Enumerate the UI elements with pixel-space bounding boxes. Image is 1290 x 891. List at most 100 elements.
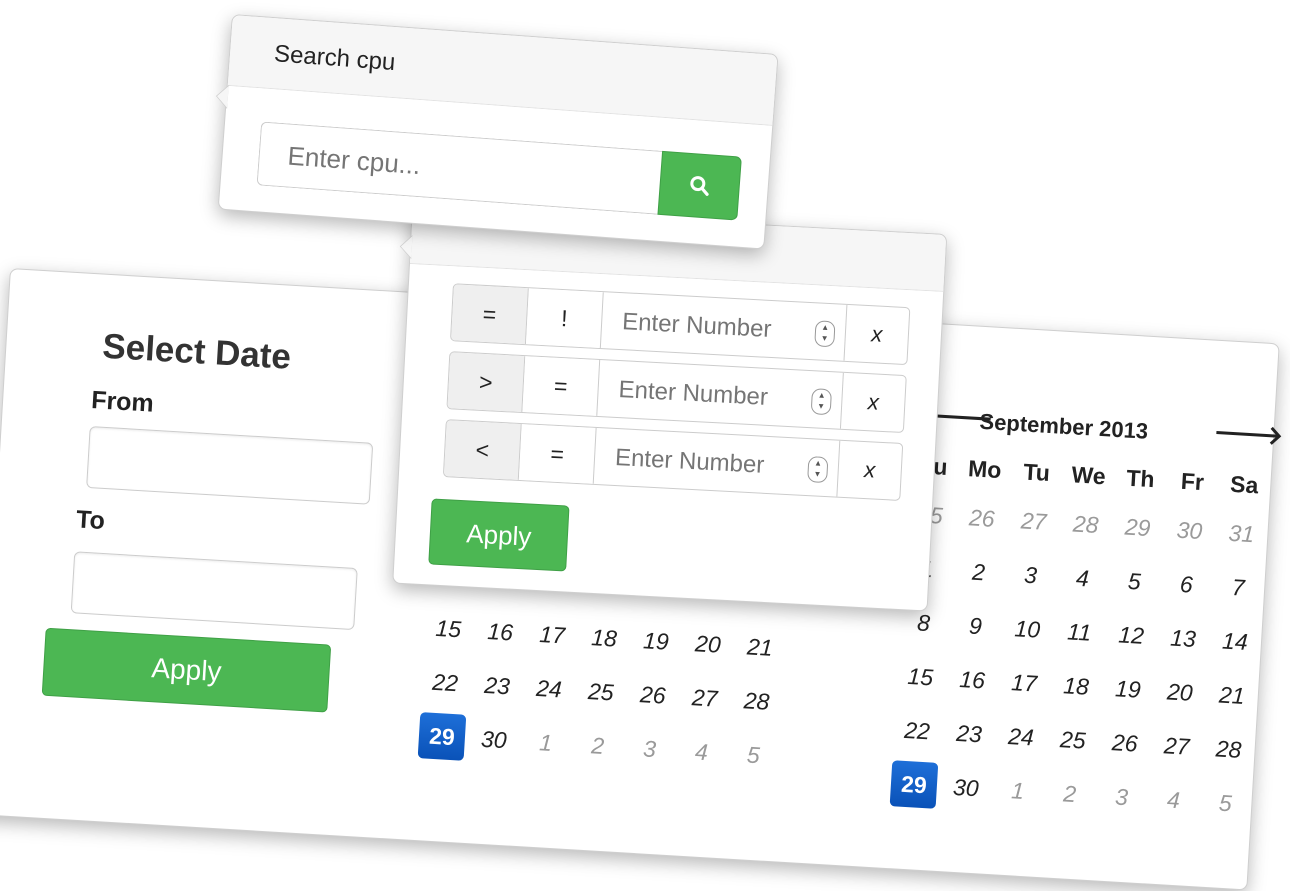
number-input[interactable]: [600, 292, 826, 362]
calendar-day[interactable]: 16: [473, 603, 528, 660]
filter-apply-button[interactable]: Apply: [428, 498, 570, 572]
calendar-day[interactable]: 9: [948, 597, 1003, 654]
weekday-header: Mo: [967, 455, 1003, 484]
calendar-day[interactable]: 14: [1207, 613, 1262, 670]
calendar-day[interactable]: 21: [732, 619, 787, 676]
calendar-day[interactable]: 28: [1058, 496, 1113, 553]
calendar-day[interactable]: 23: [942, 705, 997, 762]
calendar-day[interactable]: 11: [1052, 604, 1107, 661]
calendar-day-selected[interactable]: 29: [414, 708, 469, 765]
calendar-day-number: 11: [1066, 618, 1092, 646]
calendar-day-number: 18: [1062, 672, 1090, 700]
calendar-day[interactable]: 5: [1107, 553, 1162, 610]
calendar-day[interactable]: 31: [1214, 505, 1269, 562]
calendar-day-number: 31: [1227, 519, 1255, 548]
calendar-day-number: 16: [486, 617, 514, 646]
spinner-icon[interactable]: ▲ ▼: [810, 388, 832, 416]
calendar-day[interactable]: 22: [418, 654, 473, 711]
calendar-day[interactable]: 1: [518, 714, 573, 771]
calendar-day[interactable]: 26: [1097, 714, 1152, 771]
calendar-day[interactable]: 23: [470, 657, 525, 714]
calendar-day[interactable]: 15: [893, 648, 948, 705]
from-label: From: [90, 386, 155, 418]
operator-modifier[interactable]: =: [522, 356, 601, 416]
operator-modifier[interactable]: =: [518, 424, 597, 484]
calendar-day-number: 20: [1166, 678, 1194, 706]
calendar-day[interactable]: 27: [1149, 718, 1204, 775]
calendar-day[interactable]: 27: [1006, 493, 1061, 550]
to-date-field[interactable]: [70, 551, 358, 631]
calendar-day[interactable]: 27: [677, 669, 732, 726]
calendar-day[interactable]: 18: [1049, 657, 1104, 714]
calendar-day[interactable]: 15: [421, 600, 476, 657]
calendar-day[interactable]: 4: [1055, 550, 1110, 607]
calendar-day[interactable]: 21: [1204, 667, 1259, 724]
clear-row-button[interactable]: x: [844, 305, 909, 364]
calendar-day-selected[interactable]: 29: [886, 756, 941, 813]
calendar-day[interactable]: 28: [1201, 721, 1256, 778]
calendar-day[interactable]: 30: [466, 711, 521, 768]
calendar-day[interactable]: 25: [1045, 711, 1100, 768]
search-input[interactable]: [256, 121, 663, 215]
calendar-day[interactable]: 10: [1000, 600, 1055, 657]
calendar-day[interactable]: 28: [729, 673, 784, 730]
calendar-day[interactable]: 3: [1003, 547, 1058, 604]
calendar-day[interactable]: 12: [1104, 607, 1159, 664]
calendar-day-number: 26: [968, 504, 996, 532]
calendar-day[interactable]: 17: [525, 606, 580, 663]
calendar-day[interactable]: 29: [1110, 499, 1165, 556]
calendar-day[interactable]: 2: [951, 543, 1006, 600]
calendar-day[interactable]: 25: [573, 663, 628, 720]
number-input[interactable]: [593, 427, 819, 498]
calendar-day[interactable]: 1: [990, 762, 1045, 819]
calendar-day[interactable]: 5: [726, 726, 781, 783]
next-month-arrow-icon[interactable]: 🡒: [1213, 417, 1284, 452]
calendar-day[interactable]: 22: [890, 702, 945, 759]
calendar-day-number: 4: [1075, 564, 1090, 592]
calendar-day[interactable]: 2: [570, 717, 625, 774]
calendar-day[interactable]: 4: [674, 723, 729, 780]
spinner-icon[interactable]: ▲ ▼: [814, 320, 836, 348]
calendar-day[interactable]: 19: [1100, 661, 1155, 718]
spinner-icon[interactable]: ▲ ▼: [807, 456, 829, 484]
calendar-day[interactable]: 30: [938, 759, 993, 816]
calendar-day[interactable]: 13: [1156, 610, 1211, 667]
weekday-header: We: [1070, 461, 1107, 490]
calendar-day[interactable]: 6: [1159, 556, 1214, 613]
calendar-day[interactable]: 3: [622, 720, 677, 777]
search-button[interactable]: [657, 150, 742, 221]
calendar-day-number: 3: [1114, 783, 1129, 811]
filter-row-less-equal: < = ▲▼ x: [442, 419, 904, 501]
from-date-field[interactable]: [86, 426, 374, 505]
calendar-day[interactable]: 7: [1211, 559, 1266, 616]
operator-toggle[interactable]: >: [447, 352, 526, 413]
calendar-day[interactable]: 16: [945, 651, 1000, 708]
operator-modifier[interactable]: !: [525, 288, 604, 349]
calendar-day[interactable]: 3: [1094, 768, 1149, 825]
clear-row-button[interactable]: x: [841, 373, 906, 432]
calendar-day-number: 21: [1218, 681, 1246, 709]
calendar-day-number: 22: [431, 668, 459, 697]
calendar-day[interactable]: 17: [997, 654, 1052, 711]
calendar-day[interactable]: 20: [1152, 664, 1207, 721]
calendar-day[interactable]: 18: [577, 609, 632, 666]
operator-toggle[interactable]: =: [451, 284, 529, 345]
calendar-day-number: 15: [434, 614, 462, 643]
number-input[interactable]: [597, 360, 822, 430]
calendar-day[interactable]: 5: [1198, 775, 1253, 832]
calendar-day[interactable]: 26: [625, 666, 680, 723]
calendar-day-number: 27: [1020, 507, 1048, 535]
calendar-day-number: 23: [955, 719, 983, 748]
date-apply-button[interactable]: Apply: [41, 627, 332, 713]
calendar-day-number: 29: [1124, 513, 1152, 542]
calendar-day[interactable]: 20: [680, 616, 735, 673]
calendar-day[interactable]: 24: [521, 660, 576, 717]
calendar-day[interactable]: 19: [628, 612, 683, 669]
calendar-day[interactable]: 24: [993, 708, 1048, 765]
calendar-day[interactable]: 2: [1042, 765, 1097, 822]
clear-row-button[interactable]: x: [837, 441, 902, 500]
calendar-day[interactable]: 26: [954, 490, 1009, 547]
calendar-day[interactable]: 30: [1162, 502, 1217, 559]
operator-toggle[interactable]: <: [443, 420, 522, 480]
calendar-day[interactable]: 4: [1146, 771, 1201, 828]
